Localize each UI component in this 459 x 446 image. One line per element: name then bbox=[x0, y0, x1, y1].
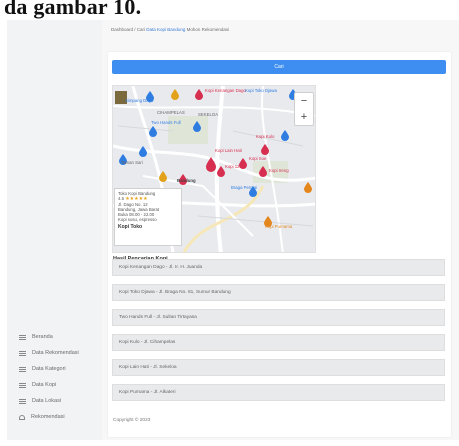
list-icon bbox=[19, 366, 26, 372]
map-label: Braga Permai bbox=[231, 185, 258, 190]
map-label: Two Hands Full bbox=[151, 120, 181, 125]
result-row[interactable]: Kopi Lain Hati - Jl. Sekeloa bbox=[112, 359, 445, 376]
popup-name: Kopi Toko bbox=[118, 224, 143, 230]
map-label: Simpang Dago bbox=[125, 98, 154, 103]
result-row[interactable]: Kopi Kenangan Dago - Jl. Ir. H. Juanda bbox=[112, 259, 445, 276]
map-zoom-control: − + bbox=[294, 92, 314, 126]
sidebar-item-data-kategori[interactable]: Data Kategori bbox=[19, 366, 66, 372]
figure-caption: da gambar 10. bbox=[4, 0, 142, 19]
sidebar: Beranda Data Rekomendasi Data Kategori D… bbox=[7, 20, 102, 440]
sidebar-item-label: Data Kategori bbox=[32, 366, 66, 372]
sidebar-item-data-lokasi[interactable]: Data Lokasi bbox=[19, 398, 61, 404]
list-icon bbox=[19, 398, 26, 404]
zoom-in-button[interactable]: + bbox=[301, 111, 307, 123]
sidebar-item-label: Data Kopi bbox=[32, 382, 57, 388]
search-button[interactable]: Cari bbox=[112, 60, 446, 74]
result-row[interactable]: Kopi Toko Djawa - Jl. Braga No. 81, Sumu… bbox=[112, 284, 445, 301]
popup-rating: 4.5 bbox=[118, 196, 124, 201]
map-label: Kopi Lain Hati bbox=[215, 148, 242, 153]
sidebar-item-label: Data Rekomendasi bbox=[32, 350, 79, 356]
map-label: Kopi Kenangan Dago bbox=[205, 88, 246, 93]
map-label: CIHAMPELAS bbox=[157, 110, 185, 115]
map-label: Kopi Ireng bbox=[269, 168, 289, 173]
zoom-out-button[interactable]: − bbox=[301, 95, 307, 107]
sidebar-item-beranda[interactable]: Beranda bbox=[19, 334, 53, 340]
map-label: Kopi Purnama bbox=[265, 224, 293, 229]
sidebar-item-data-rekomendasi[interactable]: Data Rekomendasi bbox=[19, 350, 79, 356]
list-icon bbox=[19, 350, 26, 356]
map-label: Kopi 123 bbox=[225, 164, 242, 169]
sidebar-item-data-kopi[interactable]: Data Kopi bbox=[19, 382, 56, 388]
breadcrumb: Dashboard / Cari Data Kopi Bandung Mohon… bbox=[111, 27, 229, 32]
map-label: SEKELOA bbox=[198, 112, 219, 117]
breadcrumb-suffix: Mohon Rekomendasi bbox=[186, 27, 230, 32]
map-label: Kopi Soe bbox=[249, 156, 267, 161]
result-row[interactable]: Two Hands Full - Jl. Sultan Tirtayasa bbox=[112, 309, 445, 326]
breadcrumb-prefix: Dashboard / Cari bbox=[111, 27, 146, 32]
footer-copyright: Copyright © 2023 bbox=[113, 418, 151, 423]
bag-icon bbox=[19, 414, 25, 420]
map-label: Taman Sari bbox=[121, 160, 143, 165]
map-popup: Toko Kopi Bandung 4.5 ★★★★★ Jl. Dago No.… bbox=[114, 188, 182, 246]
sidebar-item-rekomendasi[interactable]: Rekomendasi bbox=[19, 414, 65, 420]
sidebar-item-label: Rekomendasi bbox=[31, 414, 65, 420]
map-label: Kopi Kulo bbox=[256, 134, 275, 139]
result-row[interactable]: Kopi Purnama - Jl. Alkateri bbox=[112, 384, 445, 401]
result-row[interactable]: Kopi Kulo - Jl. Cihampelas bbox=[112, 334, 445, 351]
list-icon bbox=[19, 334, 26, 340]
map-label: Kopi Toko Djawa bbox=[245, 88, 277, 93]
list-icon bbox=[19, 382, 26, 388]
breadcrumb-link[interactable]: Data Kopi Bandung bbox=[146, 27, 185, 32]
sidebar-item-label: Beranda bbox=[32, 334, 53, 340]
sidebar-item-label: Data Lokasi bbox=[32, 398, 62, 404]
popup-line: Kopi susu, espresso bbox=[118, 217, 157, 222]
map-label: Bandung bbox=[177, 178, 196, 183]
